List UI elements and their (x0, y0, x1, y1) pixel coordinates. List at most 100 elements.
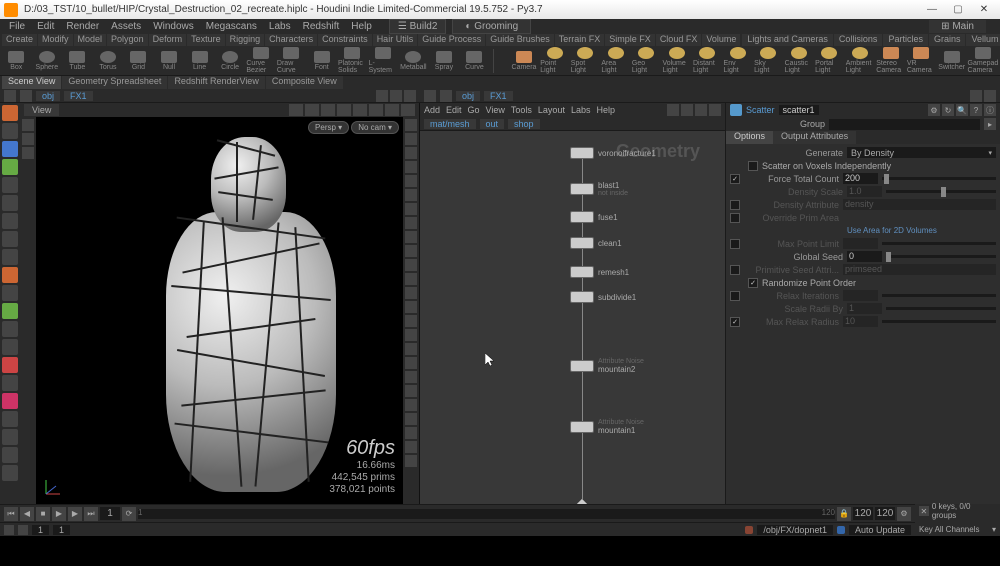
camera-tool-icon[interactable] (2, 465, 18, 481)
shelf-tab[interactable]: Particles (883, 34, 928, 46)
display-tool-icon[interactable] (405, 301, 417, 313)
current-frame-field[interactable]: 1 (100, 507, 120, 520)
sphere-tool-icon[interactable] (2, 123, 18, 139)
shelf-tool-spot-light[interactable]: Spot Light (571, 47, 600, 75)
display-tool-icon[interactable] (405, 189, 417, 201)
ctx-tab-redshift[interactable]: Redshift RenderView (168, 76, 264, 89)
move-tool-icon[interactable] (2, 159, 18, 175)
shelf-tab[interactable]: Constraints (318, 34, 372, 46)
ghost-icon[interactable] (321, 104, 335, 116)
shelf-tab[interactable]: Vellum (966, 34, 1000, 46)
display-tool-icon[interactable] (405, 357, 417, 369)
net-path-seg[interactable]: shop (508, 119, 540, 129)
path-node[interactable]: FX1 (484, 91, 513, 101)
display-tool-icon[interactable] (405, 119, 417, 131)
shelf-tool-ambient-light[interactable]: Ambient Light (846, 47, 875, 75)
vp-render[interactable]: Persp ▾ No cam ▾ (36, 117, 403, 504)
menu-windows[interactable]: Windows (148, 20, 199, 33)
density-scale-slider[interactable] (886, 190, 996, 193)
back-icon[interactable] (4, 90, 16, 102)
display-tool-icon[interactable] (405, 413, 417, 425)
pin-icon[interactable] (376, 90, 388, 102)
scale-radii-field[interactable]: 1 (847, 303, 882, 314)
lasso-tool-icon[interactable] (2, 231, 18, 247)
path-obj[interactable]: obj (456, 91, 480, 101)
shelf-tool-sphere[interactable]: Sphere (33, 47, 62, 75)
record-tool-icon[interactable] (2, 357, 18, 373)
max-point-limit-slider[interactable] (882, 242, 996, 245)
frame-start-field[interactable]: 1 (32, 525, 49, 535)
net-menu-go[interactable]: Go (468, 105, 480, 115)
param-tab-output[interactable]: Output Attributes (773, 131, 856, 144)
force-total-enable-checkbox[interactable] (730, 174, 740, 184)
play-button[interactable]: ▶ (52, 507, 66, 521)
end-frame-field[interactable]: 120 (853, 507, 873, 520)
shelf-tool-spray[interactable]: Spray (430, 47, 459, 75)
stop-button[interactable]: ■ (36, 507, 50, 521)
magnet-tool-icon[interactable] (2, 393, 18, 409)
shelf-tool-line[interactable]: Line (185, 47, 214, 75)
prim-seed-checkbox[interactable] (730, 265, 740, 275)
shelf-tab[interactable]: Collisions (834, 34, 883, 46)
main-selector[interactable]: ⊞ Main (929, 20, 986, 33)
xray-icon[interactable] (337, 104, 351, 116)
menu-edit[interactable]: Edit (32, 20, 59, 33)
paint-tool-icon[interactable] (2, 267, 18, 283)
brush-tool-icon[interactable] (2, 249, 18, 265)
no-cam-button[interactable]: No cam ▾ (351, 121, 399, 134)
override-prim-checkbox[interactable] (730, 213, 740, 223)
path-node[interactable]: FX1 (64, 91, 93, 101)
shelf-tool-vr-camera[interactable]: VR Camera (907, 47, 936, 75)
display-options-icon[interactable] (353, 104, 367, 116)
display-tool-icon[interactable] (405, 245, 417, 257)
display-tool-icon[interactable] (405, 287, 417, 299)
snap-tool-icon[interactable] (2, 321, 18, 337)
shelf-tool-portal-light[interactable]: Portal Light (815, 47, 844, 75)
menu-file[interactable]: File (4, 20, 30, 33)
relax-iter-slider[interactable] (882, 294, 996, 297)
node-cutters[interactable]: cutters (572, 503, 592, 504)
generate-select[interactable]: By Density (847, 147, 996, 158)
shelf-tool-sky-light[interactable]: Sky Light (754, 47, 783, 75)
shelf-tool-box[interactable]: Box (2, 47, 31, 75)
radial-selector[interactable]: ◐ Grooming (452, 19, 531, 34)
net-menu-labs[interactable]: Labs (571, 105, 591, 115)
minimize-button[interactable]: — (920, 3, 944, 17)
box-tool-icon[interactable] (2, 105, 18, 121)
menu-render[interactable]: Render (61, 20, 104, 33)
prev-frame-button[interactable]: ◀ (20, 507, 34, 521)
inspect-tool-icon[interactable] (2, 429, 18, 445)
menu-redshift[interactable]: Redshift (298, 20, 345, 33)
shading-icon[interactable] (289, 104, 303, 116)
shelf-tab[interactable]: Deform (149, 34, 187, 46)
menu-help[interactable]: Help (346, 20, 377, 33)
network-canvas[interactable]: Geometry voronoifracture1 blast1not insi… (420, 131, 725, 504)
shelf-tool-volume-light[interactable]: Volume Light (662, 47, 691, 75)
shelf-tool-switcher[interactable]: Switcher (937, 47, 966, 75)
max-point-limit-checkbox[interactable] (730, 239, 740, 249)
force-total-slider[interactable] (882, 177, 996, 180)
grid-tool-icon[interactable] (2, 339, 18, 355)
forward-icon[interactable] (20, 90, 32, 102)
ctx-tab-scene-view[interactable]: Scene View (2, 76, 61, 89)
max-relax-slider[interactable] (882, 320, 996, 323)
close-icon[interactable]: ✕ (919, 506, 929, 516)
display-tool-icon[interactable] (405, 385, 417, 397)
menu-labs[interactable]: Labs (264, 20, 296, 33)
menu-assets[interactable]: Assets (106, 20, 146, 33)
shelf-tab[interactable]: Rigging (226, 34, 265, 46)
net-menu-layout[interactable]: Layout (538, 105, 565, 115)
shelf-tool-curve[interactable]: Curve (460, 47, 489, 75)
max-relax-checkbox[interactable] (730, 317, 740, 327)
ctx-tab-geo-spreadsheet[interactable]: Geometry Spreadsheet (62, 76, 167, 89)
shelf-tab[interactable]: Hair Utils (373, 34, 418, 46)
max-relax-field[interactable]: 10 (843, 316, 878, 327)
frame-cur-field[interactable]: 1 (53, 525, 70, 535)
relax-iter-checkbox[interactable] (730, 291, 740, 301)
global-seed-field[interactable]: 0 (847, 251, 882, 262)
shelf-tab[interactable]: Guide Process (418, 34, 485, 46)
shelf-tool-draw-curve[interactable]: Draw Curve (277, 47, 306, 75)
range-settings-button[interactable]: ⚙ (897, 507, 911, 521)
net-menu-help[interactable]: Help (596, 105, 615, 115)
shelf-tool-metaball[interactable]: Metaball (399, 47, 428, 75)
